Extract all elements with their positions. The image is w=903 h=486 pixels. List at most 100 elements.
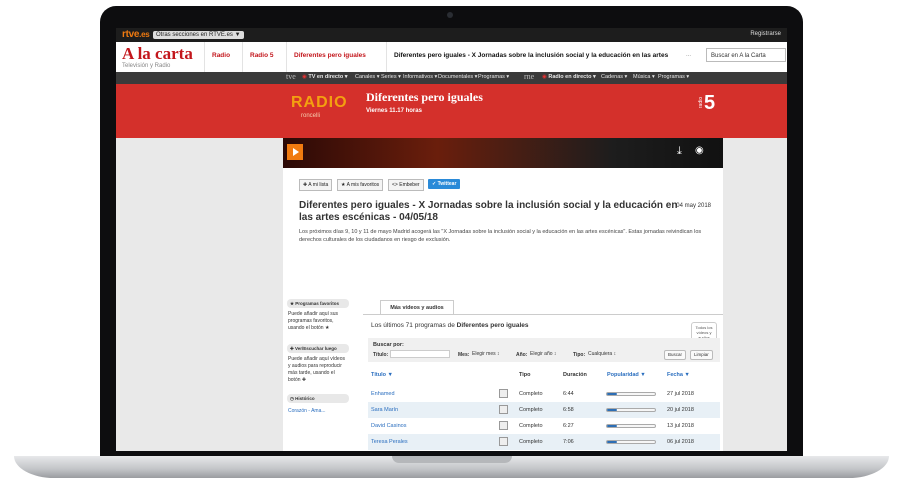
breadcrumb-programa[interactable]: Diferentes pero iguales bbox=[294, 52, 366, 59]
table-row[interactable]: Sara Marín Completo 6:58 20 jul 2018 bbox=[368, 402, 720, 418]
menu-series[interactable]: Series ▾ bbox=[381, 74, 401, 80]
podcast-icon[interactable]: ◉ bbox=[695, 145, 704, 156]
row-title-link[interactable]: David Casinos bbox=[371, 423, 406, 429]
col-popularity[interactable]: Popularidad ▼ bbox=[607, 372, 646, 378]
otras-secciones-dropdown[interactable]: Otras secciones en RTVE.es ▼ bbox=[153, 31, 244, 39]
col-type: Tipo bbox=[519, 372, 531, 378]
menu-cadenas[interactable]: Cadenas ▾ bbox=[601, 74, 627, 80]
row-title-link[interactable]: Enhamed bbox=[371, 391, 395, 397]
rtve-topbar: rtve.es Otras secciones en RTVE.es ▼ Reg… bbox=[116, 28, 787, 42]
popularity-bar bbox=[606, 440, 656, 444]
history-header[interactable]: ◷ Histórico bbox=[287, 394, 349, 403]
row-title-link[interactable]: Teresa Perales bbox=[371, 439, 408, 445]
program-title[interactable]: Diferentes pero iguales bbox=[366, 90, 483, 105]
video-icon[interactable] bbox=[499, 437, 508, 446]
rne-logo[interactable]: rne bbox=[524, 72, 534, 81]
year-select[interactable]: Elegir año ↕ bbox=[530, 351, 556, 357]
embed-button[interactable]: <> Embeber bbox=[388, 179, 424, 191]
play-icon[interactable] bbox=[287, 144, 303, 160]
title-filter-label: Título: bbox=[373, 352, 389, 358]
row-type: Completo bbox=[519, 391, 543, 397]
page-title: Diferentes pero iguales - X Jornadas sob… bbox=[394, 52, 669, 59]
row-title-link[interactable]: Sara Marín bbox=[371, 407, 398, 413]
favorites-header[interactable]: ★ Programas favoritos bbox=[287, 299, 349, 308]
month-select[interactable]: Elegir mes ↕ bbox=[472, 351, 500, 357]
row-date: 27 jul 2018 bbox=[667, 391, 694, 397]
month-filter-label: Mes: bbox=[458, 352, 470, 358]
add-to-favorites-button[interactable]: ★ A mis favoritos bbox=[337, 179, 384, 191]
alacarta-subtitle: Televisión y Radio bbox=[122, 63, 171, 69]
title-filter-input[interactable] bbox=[390, 350, 450, 358]
history-link[interactable]: Corazón - Ama... bbox=[288, 408, 326, 414]
row-duration: 6:44 bbox=[563, 391, 574, 397]
col-title[interactable]: Título ▼ bbox=[371, 372, 393, 378]
table-row[interactable]: Teresa Perales Completo 7:06 06 jul 2018 bbox=[368, 434, 720, 450]
table-row[interactable]: Nuevos contratos en la CAMCompleto7:4129… bbox=[368, 450, 720, 451]
program-schedule: Viernes 11.17 horas bbox=[366, 108, 422, 114]
clear-button[interactable]: Limpiar bbox=[690, 350, 713, 360]
row-type: Completo bbox=[519, 439, 543, 445]
filter-heading: Buscar por: bbox=[373, 342, 404, 348]
radio-station-sub: roncelli bbox=[301, 113, 321, 119]
menu-documentales[interactable]: Documentales ▾ bbox=[438, 74, 477, 80]
list-summary: Los últimos 71 programas de Diferentes p… bbox=[371, 322, 529, 329]
breadcrumb-more[interactable]: ... bbox=[686, 52, 691, 58]
breadcrumb-radio5[interactable]: Radio 5 bbox=[250, 52, 273, 59]
rtve-logo[interactable]: rtve.es bbox=[122, 29, 150, 40]
row-date: 06 jul 2018 bbox=[667, 439, 694, 445]
download-icon[interactable]: ⤓ bbox=[677, 145, 682, 158]
radio-directo-menu[interactable]: ◉ Radio en directo ▾ bbox=[542, 74, 596, 80]
audio-player: ⤓ ◉ bbox=[283, 138, 723, 168]
screen: rtve.es Otras secciones en RTVE.es ▼ Reg… bbox=[116, 28, 787, 451]
twitter-button[interactable]: ✓ Twittear bbox=[428, 179, 461, 189]
year-filter-label: Año: bbox=[516, 352, 528, 358]
camera-dot bbox=[447, 12, 453, 18]
popularity-bar bbox=[606, 392, 656, 396]
search-input[interactable]: Buscar en A la Carta bbox=[706, 48, 786, 62]
laptop-notch bbox=[392, 456, 512, 463]
filter-panel: Buscar por: Título: Mes: Elegir mes ↕ Añ… bbox=[368, 338, 720, 362]
menu-informativos[interactable]: Informativos ▾ bbox=[403, 74, 437, 80]
favorites-help: Puede añadir aquí sus programas favorito… bbox=[288, 311, 339, 331]
col-date[interactable]: Fecha ▼ bbox=[667, 372, 690, 378]
search-button[interactable]: Buscar bbox=[664, 350, 687, 360]
menu-programas-tv[interactable]: Programas ▾ bbox=[478, 74, 509, 80]
row-date: 13 jul 2018 bbox=[667, 423, 694, 429]
radio-station-logo: RADIO bbox=[291, 94, 348, 111]
episode-date: 04 may 2018 bbox=[676, 203, 711, 209]
table-row[interactable]: David Casinos Completo 6:27 13 jul 2018 bbox=[368, 418, 720, 434]
program-banner: RADIO roncelli Diferentes pero iguales V… bbox=[116, 84, 787, 138]
watch-later-header[interactable]: ✚ Ver/Escuchar luego bbox=[287, 344, 349, 353]
video-icon[interactable] bbox=[499, 421, 508, 430]
popularity-bar bbox=[606, 408, 656, 412]
col-duration: Duración bbox=[563, 372, 587, 378]
row-duration: 6:27 bbox=[563, 423, 574, 429]
tv-directo-menu[interactable]: ◉ TV en directo ▾ bbox=[302, 74, 347, 80]
popularity-bar bbox=[606, 424, 656, 428]
row-duration: 6:58 bbox=[563, 407, 574, 413]
breadcrumb-radio[interactable]: Radio bbox=[212, 52, 230, 59]
watch-later-help: Puede añadir aquí vídeos y audios para r… bbox=[288, 356, 345, 383]
menu-musica[interactable]: Música ▾ bbox=[633, 74, 655, 80]
alacarta-logo[interactable]: A la carta bbox=[122, 44, 193, 64]
episode-description: Los próximos días 9, 10 y 11 de mayo Mad… bbox=[299, 229, 702, 243]
table-row[interactable]: Enhamed Completo 6:44 27 jul 2018 bbox=[368, 386, 720, 402]
channel-bar: tve ◉ TV en directo ▾ Canales ▾ Series ▾… bbox=[116, 72, 787, 84]
tve-logo[interactable]: tve bbox=[286, 72, 296, 81]
video-icon[interactable] bbox=[499, 405, 508, 414]
tab-mas-videos[interactable]: Más vídeos y audios bbox=[380, 300, 454, 315]
menu-programas-radio[interactable]: Programas ▾ bbox=[658, 74, 689, 80]
row-type: Completo bbox=[519, 407, 543, 413]
add-to-list-button[interactable]: ✚ A mi lista bbox=[299, 179, 333, 191]
episode-title: Diferentes pero iguales - X Jornadas sob… bbox=[299, 200, 678, 223]
register-link[interactable]: Registrarse bbox=[750, 31, 781, 37]
radio5-logo: 5 bbox=[704, 92, 716, 114]
type-filter-label: Tipo: bbox=[573, 352, 586, 358]
type-select[interactable]: Cualquiera ↕ bbox=[588, 351, 616, 357]
row-duration: 7:06 bbox=[563, 439, 574, 445]
menu-canales[interactable]: Canales ▾ bbox=[355, 74, 379, 80]
site-header: A la carta Televisión y Radio Radio Radi… bbox=[116, 42, 787, 72]
row-date: 20 jul 2018 bbox=[667, 407, 694, 413]
row-type: Completo bbox=[519, 423, 543, 429]
video-icon[interactable] bbox=[499, 389, 508, 398]
